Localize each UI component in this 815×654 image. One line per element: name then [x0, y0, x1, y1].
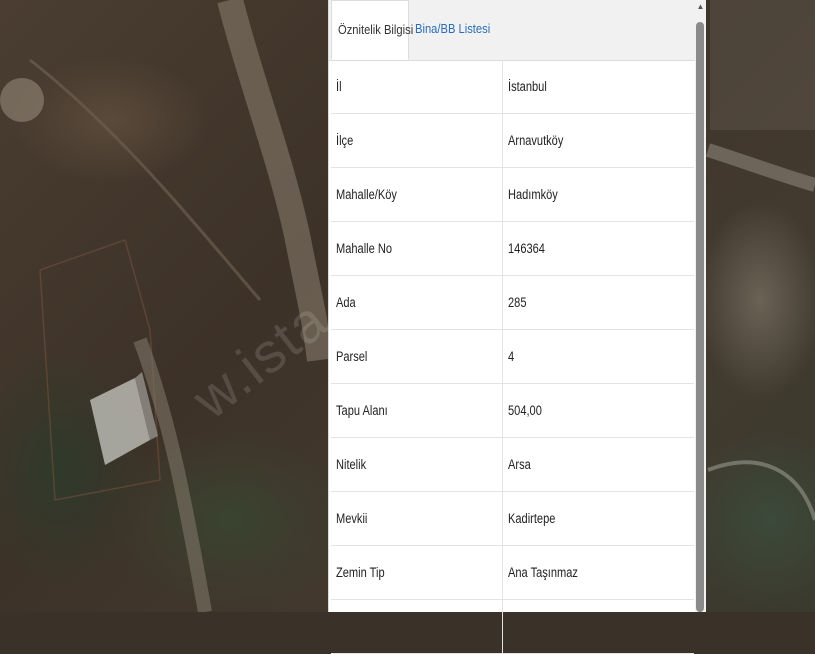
table-row: Mevkii Kadirtepe [331, 491, 694, 546]
attribute-key: Mahalle No [331, 221, 503, 276]
table-row [331, 599, 694, 654]
triangle-up-icon[interactable]: ▲ [695, 0, 706, 14]
attribute-key: Ada [331, 275, 503, 330]
attribute-key: Nitelik [331, 437, 503, 492]
attribute-value: 504,00 [502, 383, 694, 438]
attribute-value: Kadirtepe [502, 491, 694, 546]
attribute-value: İstanbul [502, 60, 694, 114]
attribute-value: Hadımköy [502, 167, 694, 222]
attribute-key: İl [331, 60, 503, 114]
attribute-key: İlçe [331, 113, 503, 168]
table-row: İl İstanbul [331, 60, 694, 114]
scroll-thumb[interactable] [696, 22, 704, 612]
table-row: İlçe Arnavutköy [331, 113, 694, 168]
attribute-value: 4 [502, 329, 694, 384]
attribute-value: Arnavutköy [502, 113, 694, 168]
attribute-value: 285 [502, 275, 694, 330]
tab-building-list[interactable]: Bina/BB Listesi [415, 0, 502, 60]
attribute-key: Mevkii [331, 491, 503, 546]
table-row: Mahalle No 146364 [331, 221, 694, 276]
attribute-key: Mahalle/Köy [331, 167, 503, 222]
attribute-key: Tapu Alanı [331, 383, 503, 438]
attribute-value [502, 599, 694, 654]
tab-attribute-info[interactable]: Öznitelik Bilgisi [331, 0, 413, 60]
attribute-table: İl İstanbul İlçe Arnavutköy Mahalle/Köy … [331, 60, 694, 654]
attribute-key: Parsel [331, 329, 503, 384]
table-row: Tapu Alanı 504,00 [331, 383, 694, 438]
panel-scrollbar[interactable]: ▲ [695, 0, 706, 612]
attribute-value: Arsa [502, 437, 694, 492]
attribute-key [331, 599, 503, 654]
attribute-key: Zemin Tip [331, 545, 503, 600]
table-row: Parsel 4 [331, 329, 694, 384]
attribute-value: 146364 [502, 221, 694, 276]
attribute-value: Ana Taşınmaz [502, 545, 694, 600]
table-row: Zemin Tip Ana Taşınmaz [331, 545, 694, 600]
table-row: Nitelik Arsa [331, 437, 694, 492]
info-panel: Öznitelik Bilgisi Bina/BB Listesi İl İst… [328, 0, 696, 654]
tab-bar: Öznitelik Bilgisi Bina/BB Listesi [329, 0, 696, 61]
table-row: Ada 285 [331, 275, 694, 330]
table-row: Mahalle/Köy Hadımköy [331, 167, 694, 222]
